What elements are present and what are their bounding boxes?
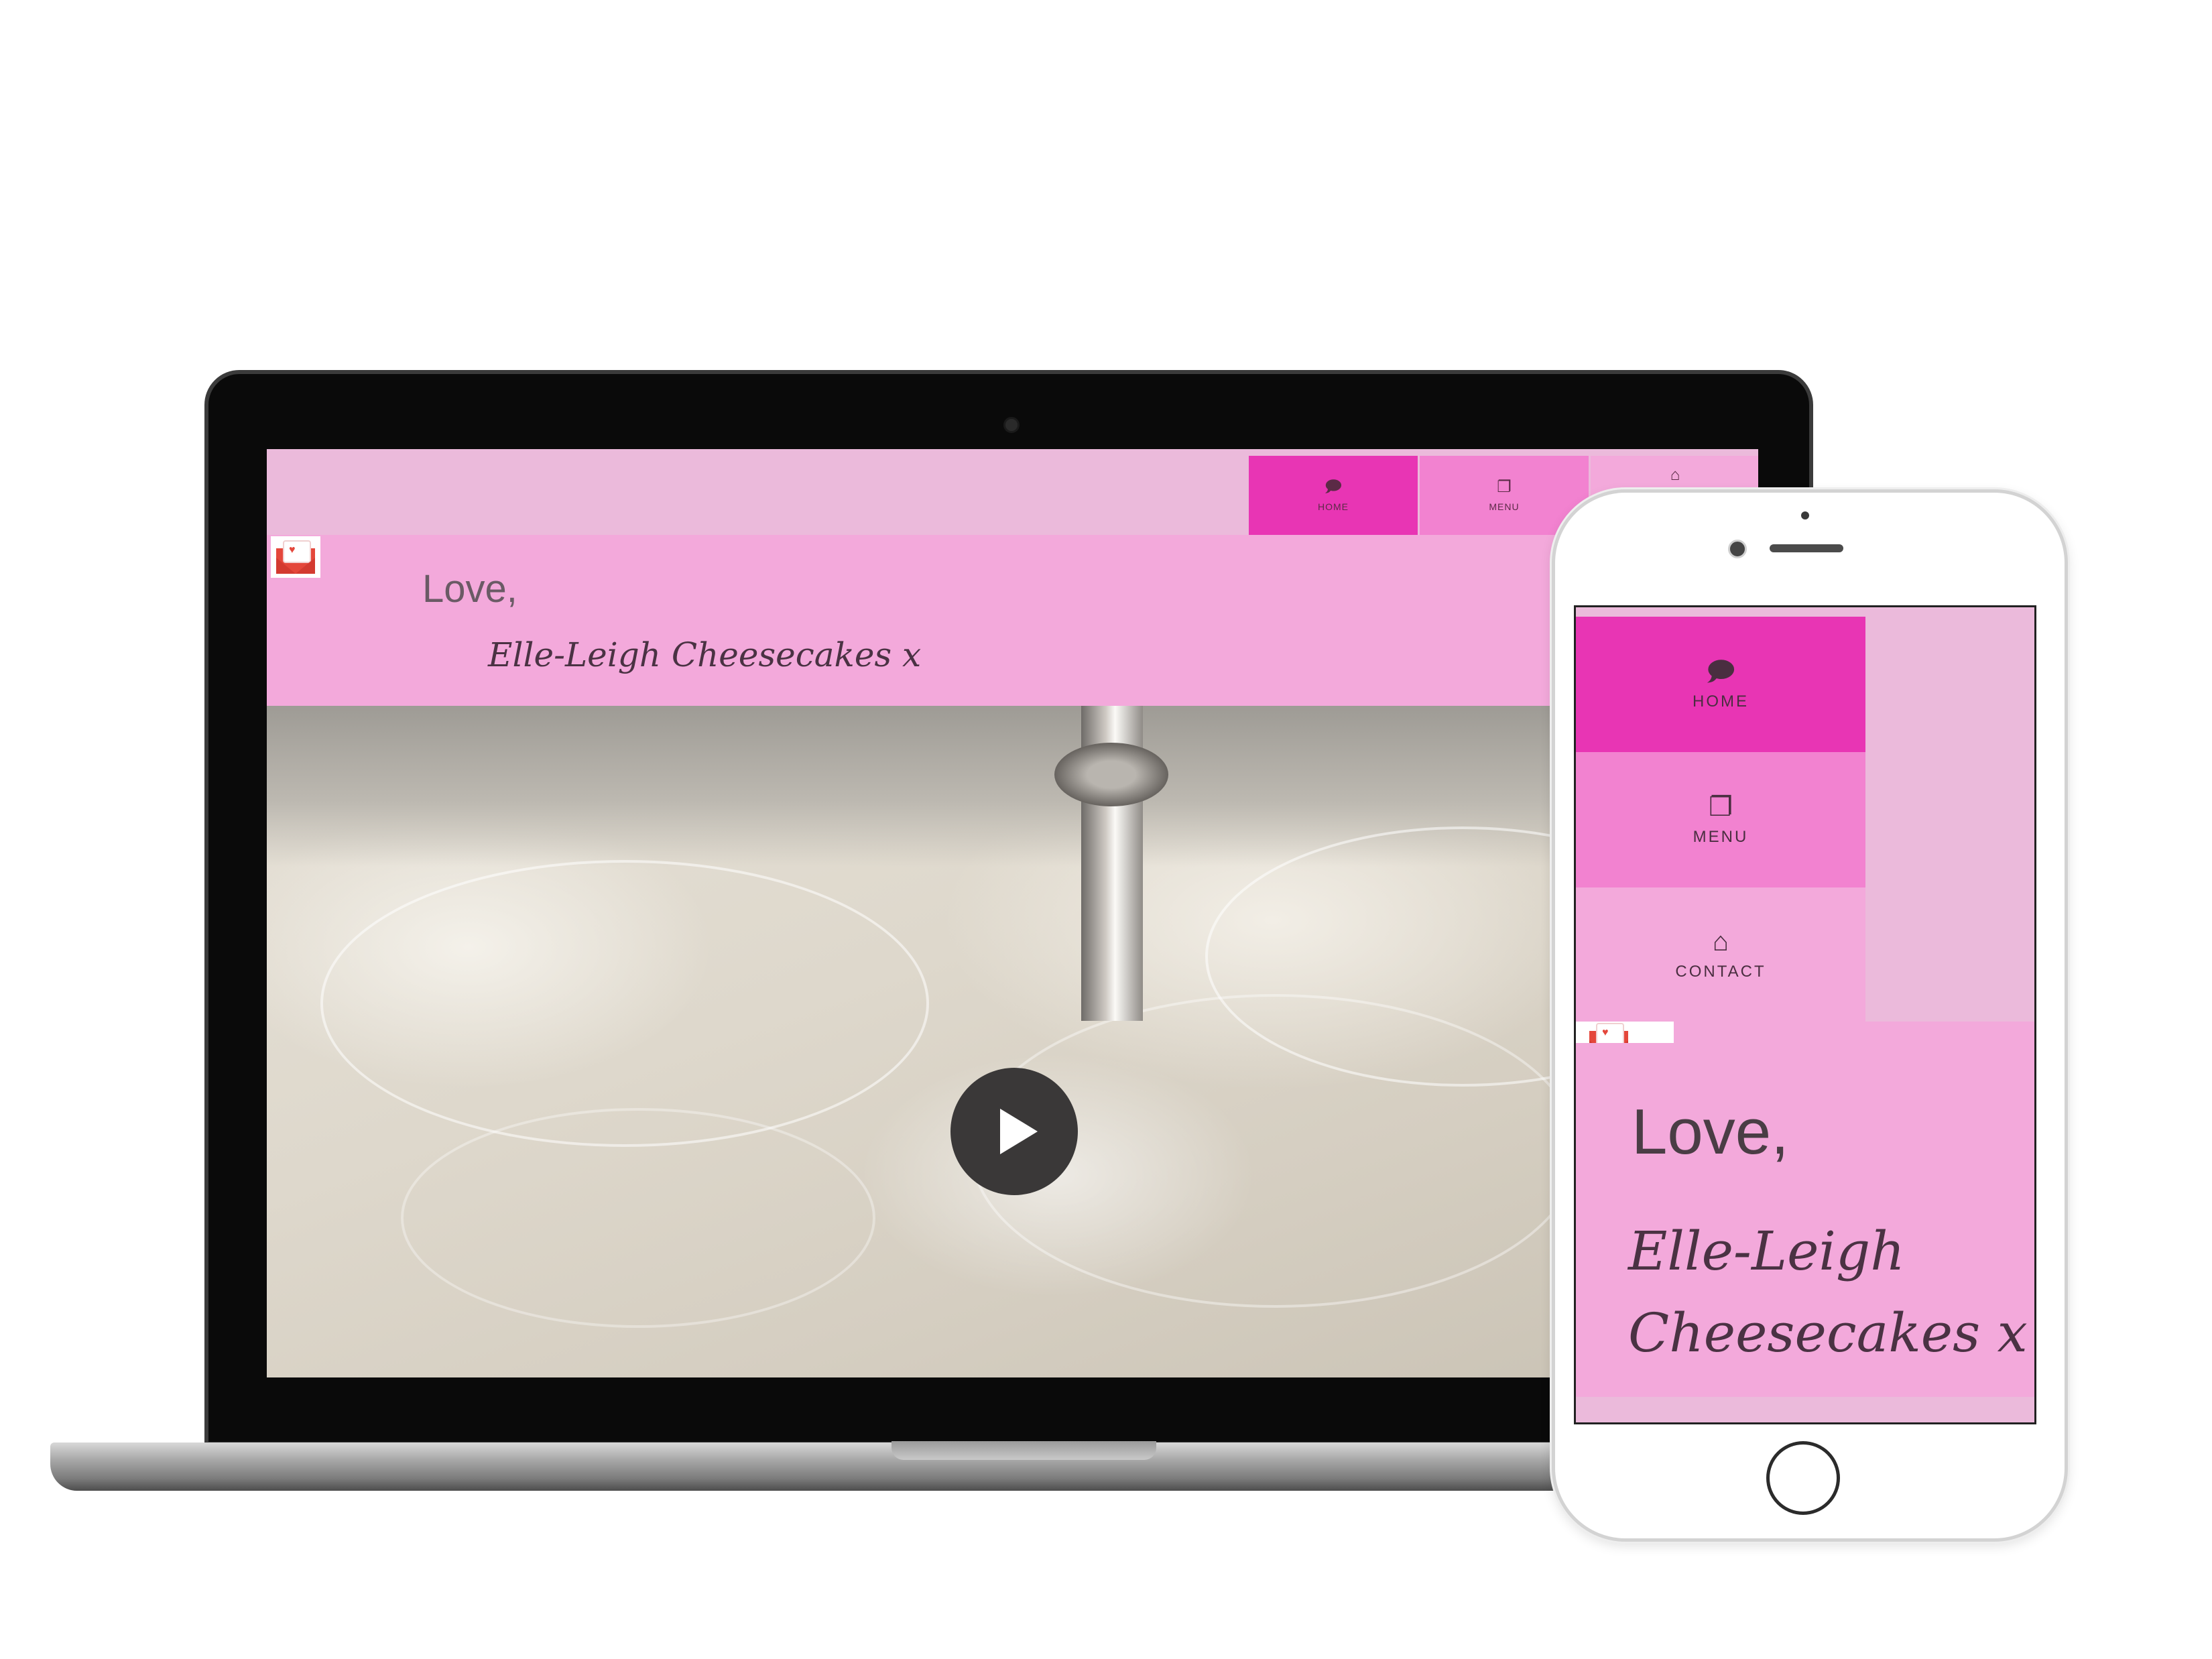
- phone-nav-contact-label: CONTACT: [1675, 963, 1766, 981]
- laptop-screen: 🗩 HOME ❐ MENU ⌂ ♥ Love, Elle-Leigh Chees…: [267, 449, 1758, 1377]
- phone-nav-contact[interactable]: ⌂ CONTACT: [1576, 887, 1865, 1022]
- phone-sensor: [1801, 511, 1809, 519]
- phone-nav-menu-label: MENU: [1693, 828, 1749, 846]
- phone-speaker: [1770, 544, 1843, 552]
- phone-footer-strip: [1576, 1397, 2034, 1422]
- envelope-icon: ♥: [1589, 1023, 1628, 1043]
- desktop-hero: [267, 535, 1758, 706]
- desktop-nav-menu-label: MENU: [1489, 501, 1520, 512]
- document-copy-icon: ❐: [1497, 478, 1512, 496]
- speech-bubble-icon: 🗩: [1324, 478, 1343, 496]
- envelope-icon: ♥: [276, 540, 315, 574]
- phone-nav-home[interactable]: 🗩 HOME: [1576, 617, 1865, 752]
- play-button[interactable]: [950, 1068, 1078, 1195]
- hero-greeting: Love,: [1632, 1096, 1789, 1168]
- laptop-camera: [1003, 417, 1020, 433]
- play-icon: [1000, 1109, 1038, 1154]
- hero-greeting: Love,: [422, 567, 517, 611]
- frosting-swirl: [320, 860, 929, 1147]
- desktop-nav-bar: 🗩 HOME ❐ MENU ⌂: [267, 449, 1758, 535]
- laptop-notch: [892, 1441, 1156, 1460]
- phone-nav-home-label: HOME: [1693, 692, 1749, 711]
- envelope-logo[interactable]: ♥: [1576, 1022, 1674, 1043]
- document-copy-icon: ❐: [1709, 792, 1733, 822]
- phone-front-camera: [1728, 540, 1747, 558]
- frosting-swirl: [401, 1108, 875, 1328]
- mixer-beater-collar: [1054, 743, 1168, 806]
- desktop-nav-home-label: HOME: [1318, 501, 1349, 512]
- hero-video[interactable]: [267, 706, 1758, 1377]
- hero-signature: Elle-Leigh Cheesecakes x: [1628, 1220, 2028, 1364]
- phone-nav-menu[interactable]: ❐ MENU: [1576, 752, 1865, 887]
- speech-bubble-icon: 🗩: [1705, 657, 1736, 686]
- phone-screen: 🗩 HOME ❐ MENU ⌂ CONTACT ♥ Love, Elle-Lei…: [1574, 605, 2036, 1424]
- house-icon: ⌂: [1712, 927, 1729, 957]
- house-icon: ⌂: [1670, 466, 1680, 484]
- desktop-nav-home[interactable]: 🗩 HOME: [1249, 456, 1418, 535]
- phone-home-button[interactable]: [1766, 1441, 1840, 1515]
- hero-signature: Elle-Leigh Cheesecakes x: [488, 635, 922, 674]
- envelope-logo[interactable]: ♥: [271, 536, 320, 578]
